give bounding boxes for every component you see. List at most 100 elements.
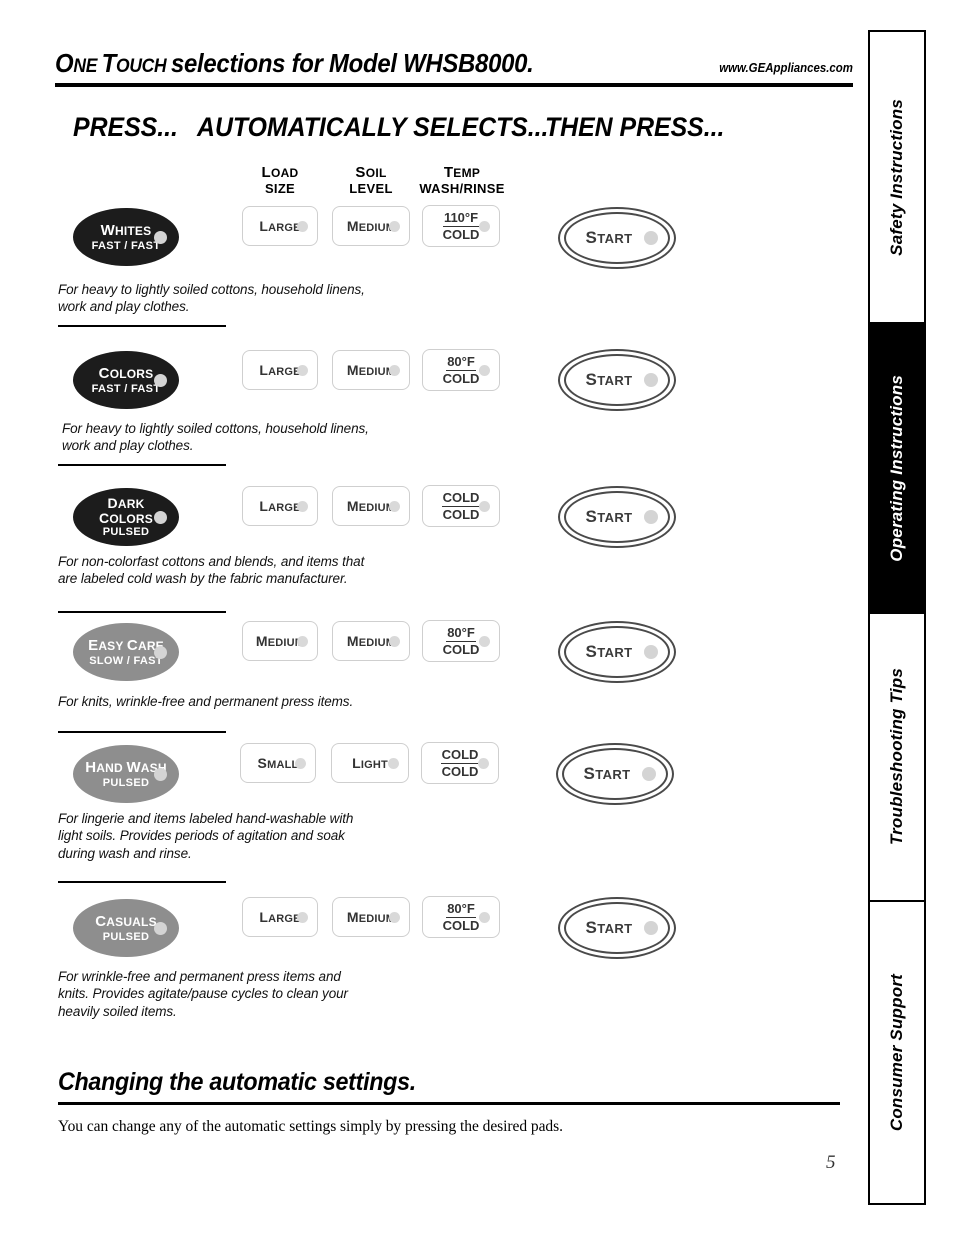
pad-soil-label-easy-care: MEDIUM: [347, 633, 395, 649]
title-part-rest: selections for Model WHSB8000.: [170, 48, 534, 78]
dark-rest: ARK: [117, 497, 145, 511]
pad-dot-icon: [297, 365, 308, 376]
pad-load-size-colors[interactable]: LARGE: [242, 350, 318, 390]
pad-soil-label-dark-colors: MEDIUM: [347, 498, 395, 514]
cycle-description-hand-wash: For lingerie and items labeled hand-wash…: [58, 811, 354, 861]
pad-load-size-easy-care[interactable]: MEDIUM: [242, 621, 318, 661]
load-rest: ARGE: [268, 502, 301, 514]
load-cap: L: [259, 909, 269, 925]
load-cap: M: [255, 633, 268, 649]
cycle-description-colors: For heavy to lightly soiled cottons, hou…: [62, 421, 369, 454]
start-rest: TART: [597, 920, 633, 936]
pad-soil-label-colors: MEDIUM: [347, 362, 395, 378]
start-label-colors: S TART: [558, 349, 676, 411]
load-cap: L: [259, 498, 269, 514]
start-rest: TART: [595, 766, 631, 782]
start-button-casuals[interactable]: S TART: [558, 897, 676, 959]
pad-temp-hand-wash[interactable]: COLD COLD: [421, 742, 499, 784]
column-heading-press: PRESS...: [73, 112, 178, 142]
cycle-button-dark-colors[interactable]: DARK COLORS PULSED: [73, 488, 179, 546]
pad-temp-casuals[interactable]: 80°F COLD: [422, 896, 500, 938]
setting-column-labels: LOAD SIZE SOIL LEVEL TEMP WASH/RINSE: [0, 165, 954, 205]
pad-soil-label-casuals: MEDIUM: [347, 909, 395, 925]
colors-rest: OLORS: [109, 366, 154, 381]
pad-load-size-casuals[interactable]: LARGE: [242, 897, 318, 937]
load-rest: MALL: [267, 759, 299, 771]
side-tab-label: Consumer Support: [887, 973, 906, 1132]
pad-load-size-hand-wash[interactable]: SMALL: [240, 743, 316, 783]
manual-page: ONE TOUCH selections for Model WHSB8000.…: [0, 0, 954, 1235]
temp-cap: T: [443, 164, 454, 181]
pad-temp-colors[interactable]: 80°F COLD: [422, 349, 500, 391]
row-divider: [58, 881, 226, 883]
dark-cap: D: [107, 495, 118, 511]
pad-temp-dark-colors[interactable]: COLD COLD: [422, 485, 500, 527]
pad-temp-easy-care[interactable]: 80°F COLD: [422, 620, 500, 662]
start-label-hand-wash: S TART: [556, 743, 674, 805]
cycle-button-hand-wash[interactable]: HAND WASH PULSED: [73, 745, 179, 803]
hand-cap: H: [85, 758, 97, 776]
start-cap: S: [585, 370, 598, 389]
website-url[interactable]: www.GEAppliances.com: [719, 60, 853, 75]
pad-dot-icon: [479, 912, 490, 923]
cycle-button-colors[interactable]: COLORS FAST / FAST: [73, 351, 179, 409]
colors2-rest: OLORS: [109, 512, 153, 526]
start-button-colors[interactable]: S TART: [558, 349, 676, 411]
start-button-dark-colors[interactable]: S TART: [558, 486, 676, 548]
pad-soil-level-casuals[interactable]: MEDIUM: [332, 897, 410, 937]
side-tab-operating-instructions[interactable]: Operating Instructions: [870, 324, 924, 614]
pad-soil-level-easy-care[interactable]: MEDIUM: [332, 621, 410, 661]
soil-level-rest: OIL: [365, 166, 387, 180]
start-button-whites[interactable]: S TART: [558, 207, 676, 269]
pad-soil-level-hand-wash[interactable]: LIGHT: [331, 743, 409, 783]
pad-load-size-dark-colors[interactable]: LARGE: [242, 486, 318, 526]
temp-rinse-dark-colors: COLD: [442, 506, 480, 522]
side-tab-label: Troubleshooting Tips: [887, 668, 906, 846]
care-cap: C: [126, 636, 138, 654]
casuals-rest: ASUALS: [106, 914, 157, 929]
soil-cap: M: [346, 633, 359, 649]
bottom-section: Changing the automatic settings. You can…: [58, 1068, 840, 1136]
title-part-ouch: OUCH: [116, 56, 171, 77]
page-title: ONE TOUCH selections for Model WHSB8000.: [55, 48, 534, 79]
start-button-hand-wash[interactable]: S TART: [556, 743, 674, 805]
cycle-button-casuals[interactable]: CASUALS PULSED: [73, 899, 179, 957]
load-size-cap: L: [261, 164, 271, 181]
load-rest: ARGE: [268, 913, 301, 925]
temp-wash-casuals: 80°F: [446, 900, 476, 918]
indicator-dot-icon: [154, 374, 167, 387]
side-tab-troubleshooting-tips[interactable]: Troubleshooting Tips: [870, 614, 924, 902]
cycle-description-dark-colors: For non-colorfast cottons and blends, an…: [58, 554, 365, 587]
side-tab-consumer-support[interactable]: Consumer Support: [870, 902, 924, 1203]
pad-temp-whites[interactable]: 110°F COLD: [422, 205, 500, 247]
start-cap: S: [585, 642, 598, 661]
start-cap: S: [585, 918, 598, 937]
side-tab-safety-instructions[interactable]: Safety Instructions: [870, 32, 924, 324]
start-button-easy-care[interactable]: S TART: [558, 621, 676, 683]
cycle-button-easy-care[interactable]: EASY CARE SLOW / FAST: [73, 623, 179, 681]
pad-load-size-whites[interactable]: LARGE: [242, 206, 318, 246]
cycle-sub-hand-wash: PULSED: [102, 776, 150, 789]
temp-line2: WASH/RINSE: [419, 181, 505, 196]
soil-rest: IGHT: [360, 759, 388, 771]
pad-soil-level-colors[interactable]: MEDIUM: [332, 350, 410, 390]
pad-dot-icon: [389, 221, 400, 232]
cycle-name-colors2: COLORS: [99, 511, 153, 525]
cycle-sub-easy-care: SLOW / FAST: [89, 654, 163, 667]
pad-soil-level-whites[interactable]: MEDIUM: [332, 206, 410, 246]
pad-load-label-dark-colors: LARGE: [259, 498, 300, 514]
cycle-button-whites[interactable]: WHITES FAST / FAST: [73, 208, 179, 266]
load-size-line2: SIZE: [264, 181, 296, 196]
start-cap: S: [585, 228, 598, 247]
cycle-sub-casuals: PULSED: [102, 930, 150, 943]
easy-rest: ASY: [98, 638, 127, 653]
title-part-o: O: [55, 48, 74, 78]
soil-level-line1: SOIL: [332, 165, 410, 180]
pad-soil-level-dark-colors[interactable]: MEDIUM: [332, 486, 410, 526]
indicator-dot-icon: [154, 646, 167, 659]
row-divider: [58, 731, 226, 733]
pad-dot-icon: [479, 221, 490, 232]
pad-dot-icon: [389, 365, 400, 376]
pad-dot-icon: [297, 912, 308, 923]
cycle-name-casuals: CASUALS: [95, 914, 157, 929]
